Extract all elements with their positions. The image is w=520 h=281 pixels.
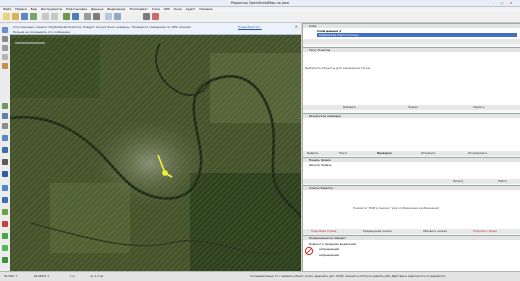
validation-buttons: Выбрать Поиск Проверка Исправить Игнорир… bbox=[303, 151, 520, 156]
tags-header: Теги / Участие bbox=[303, 48, 520, 52]
pointer-icon[interactable] bbox=[2, 27, 8, 33]
layer-icon[interactable] bbox=[2, 147, 8, 153]
info-icon[interactable] bbox=[114, 13, 121, 20]
export-icon[interactable] bbox=[30, 13, 37, 20]
lasso-icon[interactable] bbox=[2, 54, 8, 60]
layer-imagery[interactable]: DigitalGlobe Premium Imag... bbox=[317, 33, 517, 37]
close-button[interactable]: ✕ bbox=[508, 1, 514, 5]
status-text: последовательно от = выбрать объект (кли… bbox=[250, 274, 446, 278]
validation-header: Результаты проверки bbox=[303, 114, 520, 118]
minimize-button[interactable]: – bbox=[490, 1, 496, 5]
filters-panel: Панель правок Фильтр Правок Фильтр Найти bbox=[303, 157, 520, 184]
help-icon[interactable] bbox=[152, 13, 159, 20]
download-icon[interactable] bbox=[72, 13, 79, 20]
tags-panel: Теги / Участие Выберите объекты для изме… bbox=[303, 47, 520, 110]
filter-button[interactable]: Фильтр bbox=[453, 180, 463, 184]
right-panel: Слои Слой данных 1 DigitalGlobe Premium … bbox=[302, 23, 520, 272]
title-bar: Редактор OpenStreetMap на Java – □ ✕ bbox=[0, 0, 520, 7]
filter-buttons: Фильтр Найти bbox=[303, 179, 520, 184]
layers-header: Слои bbox=[303, 24, 520, 28]
search-button[interactable]: Поиск bbox=[339, 152, 347, 156]
map-view[interactable] bbox=[10, 23, 301, 271]
search-icon[interactable] bbox=[105, 13, 112, 20]
restriction-row-2[interactable]: запрещающий bbox=[319, 254, 339, 257]
notes-buttons: Подробнее справа Предыдущий снимок Обнов… bbox=[303, 229, 520, 234]
print-icon[interactable] bbox=[143, 13, 150, 20]
layers-panel: Слои Слой данных 1 DigitalGlobe Premium … bbox=[303, 23, 520, 44]
notes-empty-text: Нажмите "OSM в Снимок" для отображения и… bbox=[353, 206, 439, 210]
layer-icon[interactable] bbox=[2, 245, 8, 251]
fix-button[interactable]: Исправить bbox=[421, 152, 436, 156]
new-icon[interactable] bbox=[3, 13, 10, 20]
notes-right-button[interactable]: Подробно справа bbox=[473, 230, 497, 234]
dont-show-checkbox[interactable]: Больше не показывать это сообщение bbox=[13, 30, 70, 34]
draw-icon[interactable] bbox=[2, 45, 8, 51]
tags-buttons: Добавить Правка Удалить bbox=[303, 105, 520, 110]
layer-icon[interactable] bbox=[2, 209, 8, 215]
notes-panel: Список Заметок Нажмите "OSM в Снимок" дл… bbox=[303, 185, 520, 234]
wireframe-icon[interactable] bbox=[93, 13, 100, 20]
layer-icon[interactable] bbox=[2, 113, 8, 119]
delete-tag-button[interactable]: Удалить bbox=[473, 106, 484, 110]
open-icon[interactable] bbox=[12, 13, 19, 20]
select-button[interactable]: Выбрать bbox=[307, 152, 319, 156]
save-icon[interactable] bbox=[21, 13, 28, 20]
distance-readout: ca. 1.7 км bbox=[90, 274, 104, 278]
undo-icon[interactable] bbox=[42, 13, 49, 20]
layer-icon[interactable] bbox=[2, 233, 8, 239]
longitude-readout: 60.06451 3 bbox=[34, 274, 49, 278]
no-entry-icon bbox=[305, 247, 313, 255]
details-link[interactable]: Подробности... bbox=[238, 25, 262, 29]
restrictions-panel: Ограничения на поворот Поворот в предела… bbox=[303, 235, 520, 272]
layer-icon[interactable] bbox=[2, 123, 8, 129]
ignore-button[interactable]: Игнорировать bbox=[468, 152, 487, 156]
latitude-readout: 56.3041 7 bbox=[4, 274, 18, 278]
tags-empty-text: Выберите объекты для изменения тегов. bbox=[305, 66, 371, 70]
toolbar bbox=[0, 12, 520, 23]
preferences-icon[interactable] bbox=[84, 13, 91, 20]
notes-left-button[interactable]: Подробнее справа bbox=[311, 230, 336, 234]
layers-buttons bbox=[303, 39, 520, 44]
notes-header: Список Заметок bbox=[303, 186, 520, 190]
restriction-row-1[interactable]: запрещающий bbox=[319, 248, 339, 251]
find-button[interactable]: Найти bbox=[498, 180, 506, 184]
maximize-button[interactable]: □ bbox=[499, 1, 505, 5]
redo-icon[interactable] bbox=[51, 13, 58, 20]
edit-tag-button[interactable]: Правка bbox=[408, 106, 418, 110]
add-tag-button[interactable]: Добавить bbox=[343, 106, 356, 110]
upload-icon[interactable] bbox=[63, 13, 70, 20]
zoom-icon[interactable] bbox=[2, 36, 8, 42]
delete-icon[interactable] bbox=[2, 221, 8, 227]
layer-icon[interactable] bbox=[2, 171, 8, 177]
layer-icon[interactable] bbox=[2, 185, 8, 191]
satellite-imagery bbox=[10, 23, 301, 271]
hand-icon[interactable] bbox=[2, 63, 8, 69]
layer-icon[interactable] bbox=[2, 197, 8, 203]
window-title: Редактор OpenStreetMap на Java bbox=[230, 1, 289, 5]
layer-icon[interactable] bbox=[2, 135, 8, 141]
notes-refresh-button[interactable]: Обновить снимки bbox=[423, 230, 447, 234]
layer-icon[interactable] bbox=[2, 159, 8, 165]
close-icon[interactable]: × bbox=[295, 24, 298, 29]
warning-text: Спутниковые снимки "DigitalGlobe Premium… bbox=[13, 25, 192, 29]
filter-header: Фильтр Правок bbox=[309, 163, 332, 167]
layer-icon[interactable] bbox=[2, 257, 8, 263]
imagery-warning: Спутниковые снимки "DigitalGlobe Premium… bbox=[10, 23, 301, 35]
validate-button[interactable]: Проверка bbox=[377, 152, 392, 156]
scale-readout: 1 м bbox=[70, 274, 75, 278]
restrictions-header: Ограничения на поворот bbox=[303, 236, 520, 240]
validation-panel: Результаты проверки Выбрать Поиск Провер… bbox=[303, 113, 520, 156]
changeset-header: Панель правок bbox=[303, 158, 520, 162]
layer-icon[interactable] bbox=[2, 103, 8, 109]
restrictions-subheader: Поворот в пределах выделения bbox=[309, 242, 357, 246]
notes-prev-button[interactable]: Предыдущий снимок bbox=[363, 230, 392, 234]
